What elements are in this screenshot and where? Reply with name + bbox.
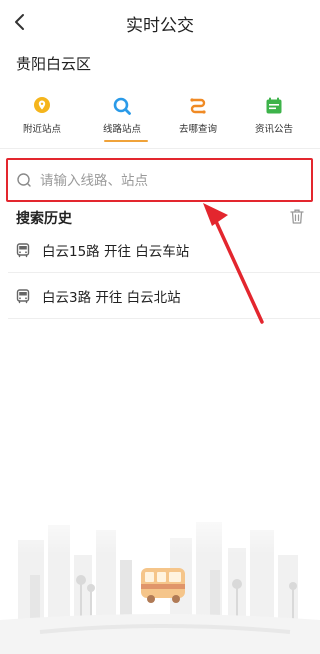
tab-label: 线路站点 <box>102 124 141 135</box>
search-icon <box>17 173 31 187</box>
history-item-text: 白云3路 开往 白云北站 <box>42 290 181 306</box>
tab-destination-query[interactable]: 去哪查询 <box>160 90 236 146</box>
divider <box>8 272 320 273</box>
history-item-text: 白云15路 开往 白云车站 <box>42 244 190 260</box>
calendar-icon <box>266 97 282 114</box>
divider <box>8 318 320 319</box>
city-bus-illustration <box>0 500 320 654</box>
search-history-title: 搜索历史 <box>16 211 72 227</box>
tab-route-stops[interactable]: 线路站点 <box>84 90 160 146</box>
page-title: 实时公交 <box>126 16 194 36</box>
tab-label: 附近站点 <box>22 124 61 135</box>
city-selector[interactable]: 贵阳白云区 <box>16 53 91 74</box>
bus-icon <box>16 289 30 304</box>
history-item[interactable]: 白云3路 开往 白云北站 <box>0 276 320 316</box>
header-bar: 实时公交 <box>0 0 320 44</box>
tab-nearby-stops[interactable]: 附近站点 <box>4 90 80 146</box>
bus-icon <box>16 243 30 258</box>
search-input[interactable] <box>40 170 300 192</box>
tab-bar: 附近站点 线路站点 去哪查询 资讯公告 <box>0 90 320 146</box>
tab-label: 去哪查询 <box>178 124 217 135</box>
search-icon <box>113 97 131 115</box>
history-item[interactable]: 白云15路 开往 白云车站 <box>0 230 320 270</box>
route-icon <box>190 98 206 114</box>
tab-news-notices[interactable]: 资讯公告 <box>236 90 312 146</box>
tab-label: 资讯公告 <box>254 124 293 135</box>
divider <box>0 148 320 149</box>
active-tab-indicator <box>104 140 148 142</box>
location-pin-icon <box>34 97 50 113</box>
trash-icon[interactable] <box>289 208 305 225</box>
